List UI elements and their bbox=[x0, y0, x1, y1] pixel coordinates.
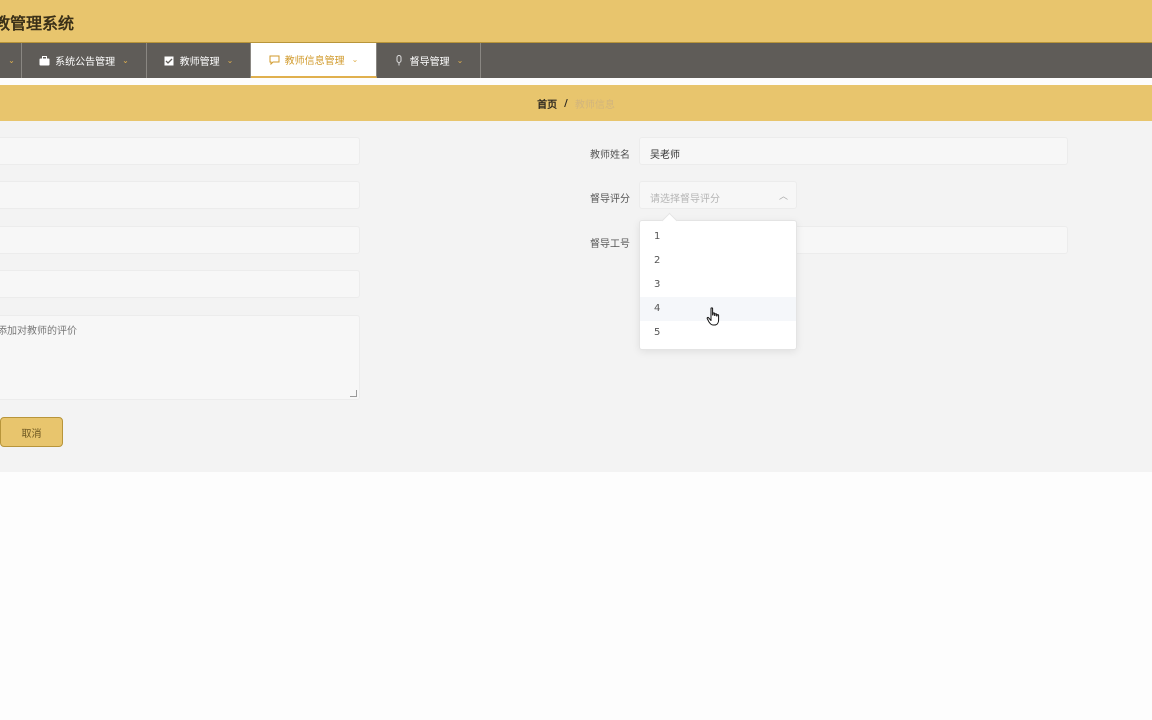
mic-icon bbox=[394, 55, 405, 66]
chat-icon bbox=[269, 54, 280, 65]
nav-item-supervision[interactable]: 督导管理 ⌄ bbox=[377, 43, 481, 78]
chevron-up-icon: ︿ bbox=[778, 192, 788, 202]
nav-item-label: 教师信息管理 bbox=[284, 56, 345, 67]
nav-item-label: 督导管理 bbox=[409, 57, 450, 68]
rating-dropdown: 1 2 3 4 5 bbox=[639, 212, 797, 350]
left-field-4[interactable] bbox=[0, 270, 360, 298]
chevron-down-icon: ⌄ bbox=[226, 56, 234, 65]
teacher-name-field[interactable]: 吴老师 bbox=[639, 137, 1068, 165]
chevron-down-icon: ⌄ bbox=[456, 56, 464, 65]
rating-select[interactable]: 请选择督导评分 ︿ bbox=[639, 181, 797, 209]
breadcrumb-home[interactable]: 首页 bbox=[537, 96, 557, 111]
nav-item-teachers[interactable]: 教师管理 ⌄ bbox=[147, 43, 251, 78]
rating-option-1[interactable]: 1 bbox=[640, 225, 796, 249]
rating-placeholder: 请选择督导评分 bbox=[650, 194, 720, 205]
nav-item-label: 教师管理 bbox=[179, 57, 220, 68]
app-title: 教管理系统 bbox=[0, 14, 75, 33]
supervisor-id-label: 督导工号 bbox=[590, 239, 630, 250]
nav-item-announcements[interactable]: 系统公告管理 ⌄ bbox=[22, 43, 147, 78]
checkbox-icon bbox=[164, 55, 175, 66]
teacher-name-label: 教师姓名 bbox=[590, 150, 630, 161]
briefcase-icon bbox=[39, 55, 50, 66]
teacher-name-value: 吴老师 bbox=[650, 150, 680, 161]
app-header: 教管理系统 bbox=[0, 0, 1152, 43]
resize-handle[interactable] bbox=[350, 390, 357, 397]
left-field-1[interactable] bbox=[0, 137, 360, 165]
chevron-down-icon: ⌄ bbox=[122, 56, 129, 65]
evaluation-textarea[interactable]: 添加对教师的评价 bbox=[0, 315, 360, 400]
nav-item-teacher-info[interactable]: 教师信息管理 ⌄ bbox=[251, 43, 377, 78]
left-field-3[interactable] bbox=[0, 226, 360, 254]
evaluation-placeholder: 添加对教师的评价 bbox=[0, 326, 77, 337]
chevron-down-icon: ⌄ bbox=[351, 55, 359, 64]
rating-label: 督导评分 bbox=[590, 194, 630, 205]
main-nav: ⌄ 系统公告管理 ⌄ 教师管理 ⌄ 教师信息管理 ⌄ 督导管理 ⌄ bbox=[0, 43, 1152, 78]
hand-cursor-icon bbox=[706, 307, 722, 327]
breadcrumb-current: 教师信息 bbox=[574, 99, 615, 111]
rating-option-3[interactable]: 3 bbox=[640, 273, 796, 297]
nav-item-collapsed[interactable]: ⌄ bbox=[0, 43, 22, 78]
nav-item-label: 系统公告管理 bbox=[55, 57, 116, 68]
breadcrumb-separator: / bbox=[564, 97, 568, 109]
chevron-down-icon: ⌄ bbox=[8, 56, 15, 65]
left-field-2[interactable] bbox=[0, 181, 360, 209]
breadcrumb: 首页 / 教师信息 bbox=[0, 85, 1152, 121]
rating-option-2[interactable]: 2 bbox=[640, 249, 796, 273]
cancel-button[interactable]: 取消 bbox=[0, 417, 63, 447]
